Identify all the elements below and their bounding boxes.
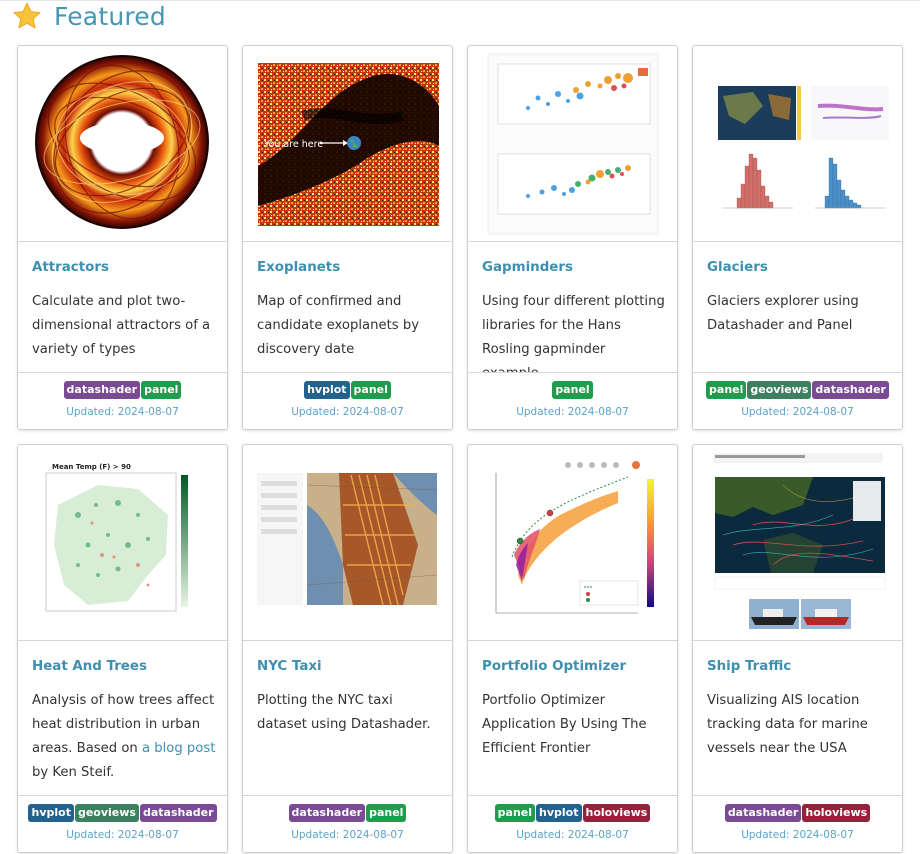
exoplanets-image: You are here (258, 63, 439, 226)
card-description: Calculate and plot two-dimensional attra… (32, 294, 211, 357)
card-nyc-taxi[interactable]: NYC Taxi Plotting the NYC taxi dataset u… (242, 444, 453, 853)
tag-list: panel hvplot holoviews (468, 804, 677, 822)
card-glaciers[interactable]: Glaciers Glaciers explorer using Datasha… (692, 45, 903, 430)
card-thumbnail-attractors[interactable] (18, 46, 227, 242)
attractor-image (35, 55, 209, 229)
star-icon (13, 2, 41, 29)
card-ship-traffic[interactable]: Ship Traffic Visualizing AIS location tr… (692, 444, 903, 853)
tag-holoviews[interactable]: holoviews (582, 804, 651, 822)
card-footer: datashader panel Updated: 2024-08-07 (18, 372, 227, 429)
card-footer: panel geoviews datashader Updated: 2024-… (693, 372, 902, 429)
card-footer: hvplot geoviews datashader Updated: 2024… (18, 795, 227, 852)
card-title[interactable]: Attractors (32, 260, 109, 275)
nyc-taxi-image (257, 473, 438, 606)
card-thumbnail-nyc-taxi[interactable] (243, 445, 452, 641)
tag-geoviews[interactable]: geoviews (74, 804, 139, 822)
card-footer: hvplot panel Updated: 2024-08-07 (243, 372, 452, 429)
card-thumbnail-gapminders[interactable] (468, 46, 677, 242)
thumb-label: You are here (263, 139, 323, 150)
blog-post-link[interactable]: a blog post (142, 741, 215, 756)
card-footer: panel Updated: 2024-08-07 (468, 372, 677, 429)
card-footer: panel hvplot holoviews Updated: 2024-08-… (468, 795, 677, 852)
tag-panel[interactable]: panel (706, 381, 747, 399)
tag-datashader[interactable]: datashader (812, 381, 889, 399)
tag-hvplot[interactable]: hvplot (304, 381, 350, 399)
tag-list: hvplot panel (243, 381, 452, 399)
card-thumbnail-exoplanets[interactable]: You are here (243, 46, 452, 242)
glaciers-image (718, 86, 889, 209)
card-description: Portfolio Optimizer Application By Using… (482, 693, 647, 756)
thumb-label: Mean Temp (F) > 90 (52, 463, 131, 471)
card-heat-and-trees[interactable]: Mean Temp (F) > 90 Heat And Trees Analys… (17, 444, 228, 853)
card-gapminders[interactable]: Gapminders Using four different plotting… (467, 45, 678, 430)
tag-hvplot[interactable]: hvplot (536, 804, 582, 822)
card-description: Map of confirmed and candidate exoplanet… (257, 294, 419, 357)
tag-hvplot[interactable]: hvplot (28, 804, 74, 822)
card-footer: datashader panel Updated: 2024-08-07 (243, 795, 452, 852)
tag-holoviews[interactable]: holoviews (802, 804, 871, 822)
tag-list: panel (468, 381, 677, 399)
tag-datashader[interactable]: datashader (63, 381, 141, 399)
tag-list: datashader holoviews (693, 804, 902, 822)
description-text: by Ken Steif. (32, 765, 115, 780)
card-title[interactable]: Portfolio Optimizer (482, 659, 626, 674)
card-portfolio-optimizer[interactable]: Portfolio Optimizer Portfolio Optimizer … (467, 444, 678, 853)
card-title[interactable]: Heat And Trees (32, 659, 147, 674)
card-thumbnail-ship-traffic[interactable] (693, 445, 902, 641)
tag-datashader[interactable]: datashader (724, 804, 802, 822)
card-description: Analysis of how trees affect heat distri… (32, 689, 216, 785)
tag-list: datashader panel (243, 804, 452, 822)
updated-date: Updated: 2024-08-07 (66, 406, 179, 418)
card-title[interactable]: Gapminders (482, 260, 573, 275)
tag-list: panel geoviews datashader (693, 381, 902, 399)
card-description: Visualizing AIS location tracking data f… (707, 693, 868, 756)
updated-date: Updated: 2024-08-07 (291, 829, 404, 841)
updated-date: Updated: 2024-08-07 (291, 406, 404, 418)
tag-panel[interactable]: panel (366, 804, 407, 822)
tag-list: datashader panel (18, 381, 227, 399)
card-thumbnail-glaciers[interactable] (693, 46, 902, 242)
updated-date: Updated: 2024-08-07 (741, 829, 854, 841)
tag-panel[interactable]: panel (494, 804, 536, 822)
card-description: Glaciers explorer using Datashader and P… (707, 294, 859, 333)
card-footer: datashader holoviews Updated: 2024-08-07 (693, 795, 902, 852)
card-title[interactable]: Ship Traffic (707, 659, 791, 674)
card-thumbnail-heat-and-trees[interactable]: Mean Temp (F) > 90 (18, 445, 227, 641)
tag-datashader[interactable]: datashader (139, 804, 217, 822)
card-thumbnail-portfolio-optimizer[interactable] (468, 445, 677, 641)
tag-list: hvplot geoviews datashader (18, 804, 227, 822)
page-header: Featured (12, 0, 166, 32)
tag-panel[interactable]: panel (552, 381, 593, 399)
tag-panel[interactable]: panel (141, 381, 182, 399)
card-exoplanets[interactable]: You are here Exoplanets Map of confirmed… (242, 45, 453, 430)
card-title[interactable]: NYC Taxi (257, 659, 322, 674)
card-description: Plotting the NYC taxi dataset using Data… (257, 693, 431, 732)
card-title[interactable]: Glaciers (707, 260, 768, 275)
gapminders-image (487, 53, 659, 235)
updated-date: Updated: 2024-08-07 (516, 829, 629, 841)
card-attractors[interactable]: Attractors Calculate and plot two-dimens… (17, 45, 228, 430)
updated-date: Updated: 2024-08-07 (741, 406, 854, 418)
card-title[interactable]: Exoplanets (257, 260, 340, 275)
updated-date: Updated: 2024-08-07 (66, 829, 179, 841)
portfolio-image (495, 461, 654, 614)
updated-date: Updated: 2024-08-07 (516, 406, 629, 418)
tag-geoviews[interactable]: geoviews (747, 381, 812, 399)
tag-datashader[interactable]: datashader (288, 804, 366, 822)
tag-panel[interactable]: panel (350, 381, 391, 399)
ship-traffic-image (713, 453, 886, 629)
heat-trees-image: Mean Temp (F) > 90 (45, 463, 188, 612)
page-title: Featured (54, 1, 166, 31)
